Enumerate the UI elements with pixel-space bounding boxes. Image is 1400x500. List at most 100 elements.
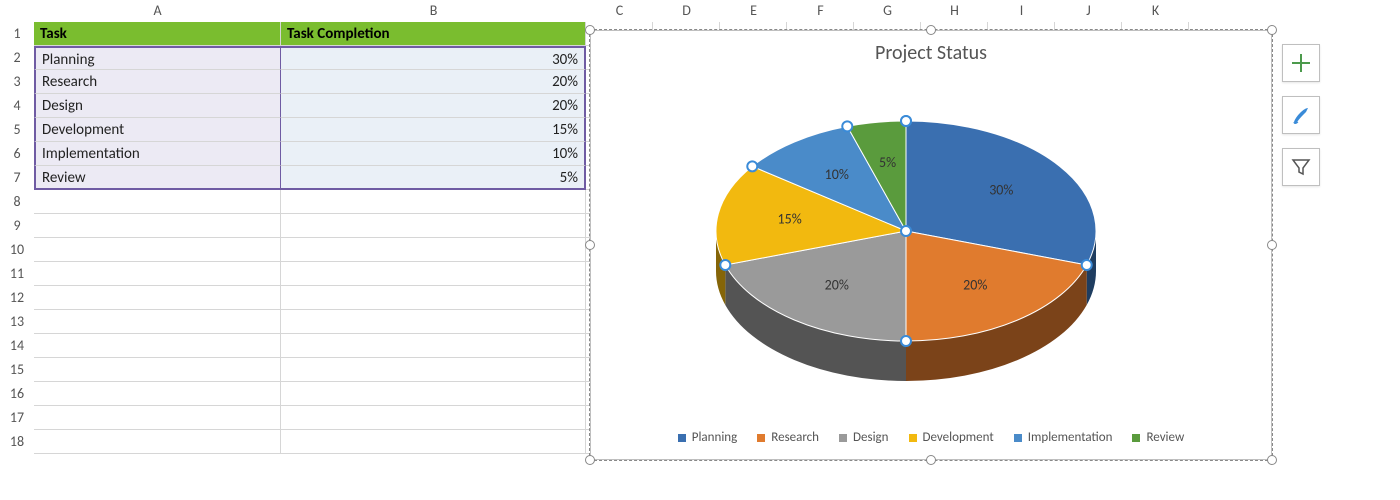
cell[interactable] [34,358,281,382]
cell[interactable] [281,262,586,286]
series-selection-handle[interactable] [901,226,911,236]
chart-styles-button[interactable] [1282,96,1320,134]
cell-B4[interactable]: 20% [281,94,586,118]
row-header[interactable]: 12 [0,286,34,310]
cell-A2[interactable]: Planning [34,46,281,70]
cell-A7[interactable]: Review [34,166,281,190]
legend-swatch [757,434,765,442]
col-header-H[interactable]: H [921,0,988,22]
select-all-corner[interactable] [0,0,34,22]
cell[interactable] [34,334,281,358]
cell[interactable] [34,214,281,238]
cell-A4[interactable]: Design [34,94,281,118]
resize-handle-nw[interactable] [585,25,595,35]
resize-handle-se[interactable] [1267,455,1277,465]
row-header[interactable]: 4 [0,94,34,118]
col-header-I[interactable]: I [988,0,1055,22]
row-header[interactable]: 8 [0,190,34,214]
cell[interactable] [281,406,586,430]
chart-object[interactable]: Project Status 30%20%20%15%10%5% Plannin… [590,30,1272,460]
row-header[interactable]: 13 [0,310,34,334]
cell[interactable] [281,238,586,262]
row-headers: 1 2 3 4 5 6 7 8 9 10 11 12 13 14 15 16 1… [0,22,34,454]
cell[interactable] [281,430,586,454]
legend-item[interactable]: Design [839,430,888,445]
cell[interactable] [281,334,586,358]
cell[interactable] [34,190,281,214]
resize-handle-e[interactable] [1267,240,1277,250]
resize-handle-n[interactable] [926,25,936,35]
row-header[interactable]: 1 [0,22,34,46]
col-header-F[interactable]: F [787,0,854,22]
cell-B1[interactable]: Task Completion [281,22,586,46]
row-header[interactable]: 11 [0,262,34,286]
cell[interactable] [281,190,586,214]
row-header[interactable]: 3 [0,70,34,94]
row-header[interactable]: 17 [0,406,34,430]
legend-item[interactable]: Research [757,430,819,445]
cell-B2[interactable]: 30% [281,46,586,70]
legend-item[interactable]: Development [909,430,994,445]
cell[interactable] [281,214,586,238]
cell-B7[interactable]: 5% [281,166,586,190]
cell-A6[interactable]: Implementation [34,142,281,166]
resize-handle-s[interactable] [926,455,936,465]
cell[interactable] [34,406,281,430]
chart-legend[interactable]: Planning Research Design Development Imp… [591,430,1271,445]
col-header-C[interactable]: C [586,0,653,22]
col-header-K[interactable]: K [1122,0,1189,22]
col-header-A[interactable]: A [34,0,281,22]
series-selection-handle[interactable] [1082,260,1092,270]
legend-item[interactable]: Planning [678,430,738,445]
col-header-J[interactable]: J [1055,0,1122,22]
row-header[interactable]: 14 [0,334,34,358]
slice-label: 10% [825,166,849,183]
cell[interactable] [34,286,281,310]
chart-side-buttons [1282,44,1320,186]
row-header[interactable]: 5 [0,118,34,142]
resize-handle-sw[interactable] [585,455,595,465]
cell[interactable] [281,382,586,406]
resize-handle-ne[interactable] [1267,25,1277,35]
cell[interactable] [34,430,281,454]
row-header[interactable]: 16 [0,382,34,406]
chart-filters-button[interactable] [1282,148,1320,186]
row-header[interactable]: 18 [0,430,34,454]
column-headers: A B C D E F G H I J K [0,0,1189,22]
chart-title[interactable]: Project Status [591,41,1271,65]
cell[interactable] [281,286,586,310]
legend-item[interactable]: Review [1132,430,1184,445]
cell-A5[interactable]: Development [34,118,281,142]
cell[interactable] [281,358,586,382]
row-header[interactable]: 6 [0,142,34,166]
series-selection-handle[interactable] [842,121,852,131]
chart-elements-button[interactable] [1282,44,1320,82]
cell[interactable] [34,238,281,262]
legend-item[interactable]: Implementation [1014,430,1113,445]
col-header-G[interactable]: G [854,0,921,22]
col-header-D[interactable]: D [653,0,720,22]
row-header[interactable]: 10 [0,238,34,262]
row-header[interactable]: 9 [0,214,34,238]
series-selection-handle[interactable] [720,260,730,270]
col-header-B[interactable]: B [281,0,586,22]
cell[interactable] [34,262,281,286]
row-header[interactable]: 7 [0,166,34,190]
series-selection-handle[interactable] [747,161,757,171]
pie-chart[interactable]: 30%20%20%15%10%5% [691,91,1121,401]
row-header[interactable]: 15 [0,358,34,382]
cell-B6[interactable]: 10% [281,142,586,166]
cell-B5[interactable]: 15% [281,118,586,142]
cell-A1[interactable]: Task [34,22,281,46]
cell-B3[interactable]: 20% [281,70,586,94]
cell[interactable] [34,310,281,334]
row-header[interactable]: 2 [0,46,34,70]
series-selection-handle[interactable] [901,336,911,346]
col-header-E[interactable]: E [720,0,787,22]
cell[interactable] [34,382,281,406]
series-selection-handle[interactable] [901,116,911,126]
cell[interactable] [281,310,586,334]
slice-label: 15% [778,211,802,228]
cell-A3[interactable]: Research [34,70,281,94]
resize-handle-w[interactable] [585,240,595,250]
